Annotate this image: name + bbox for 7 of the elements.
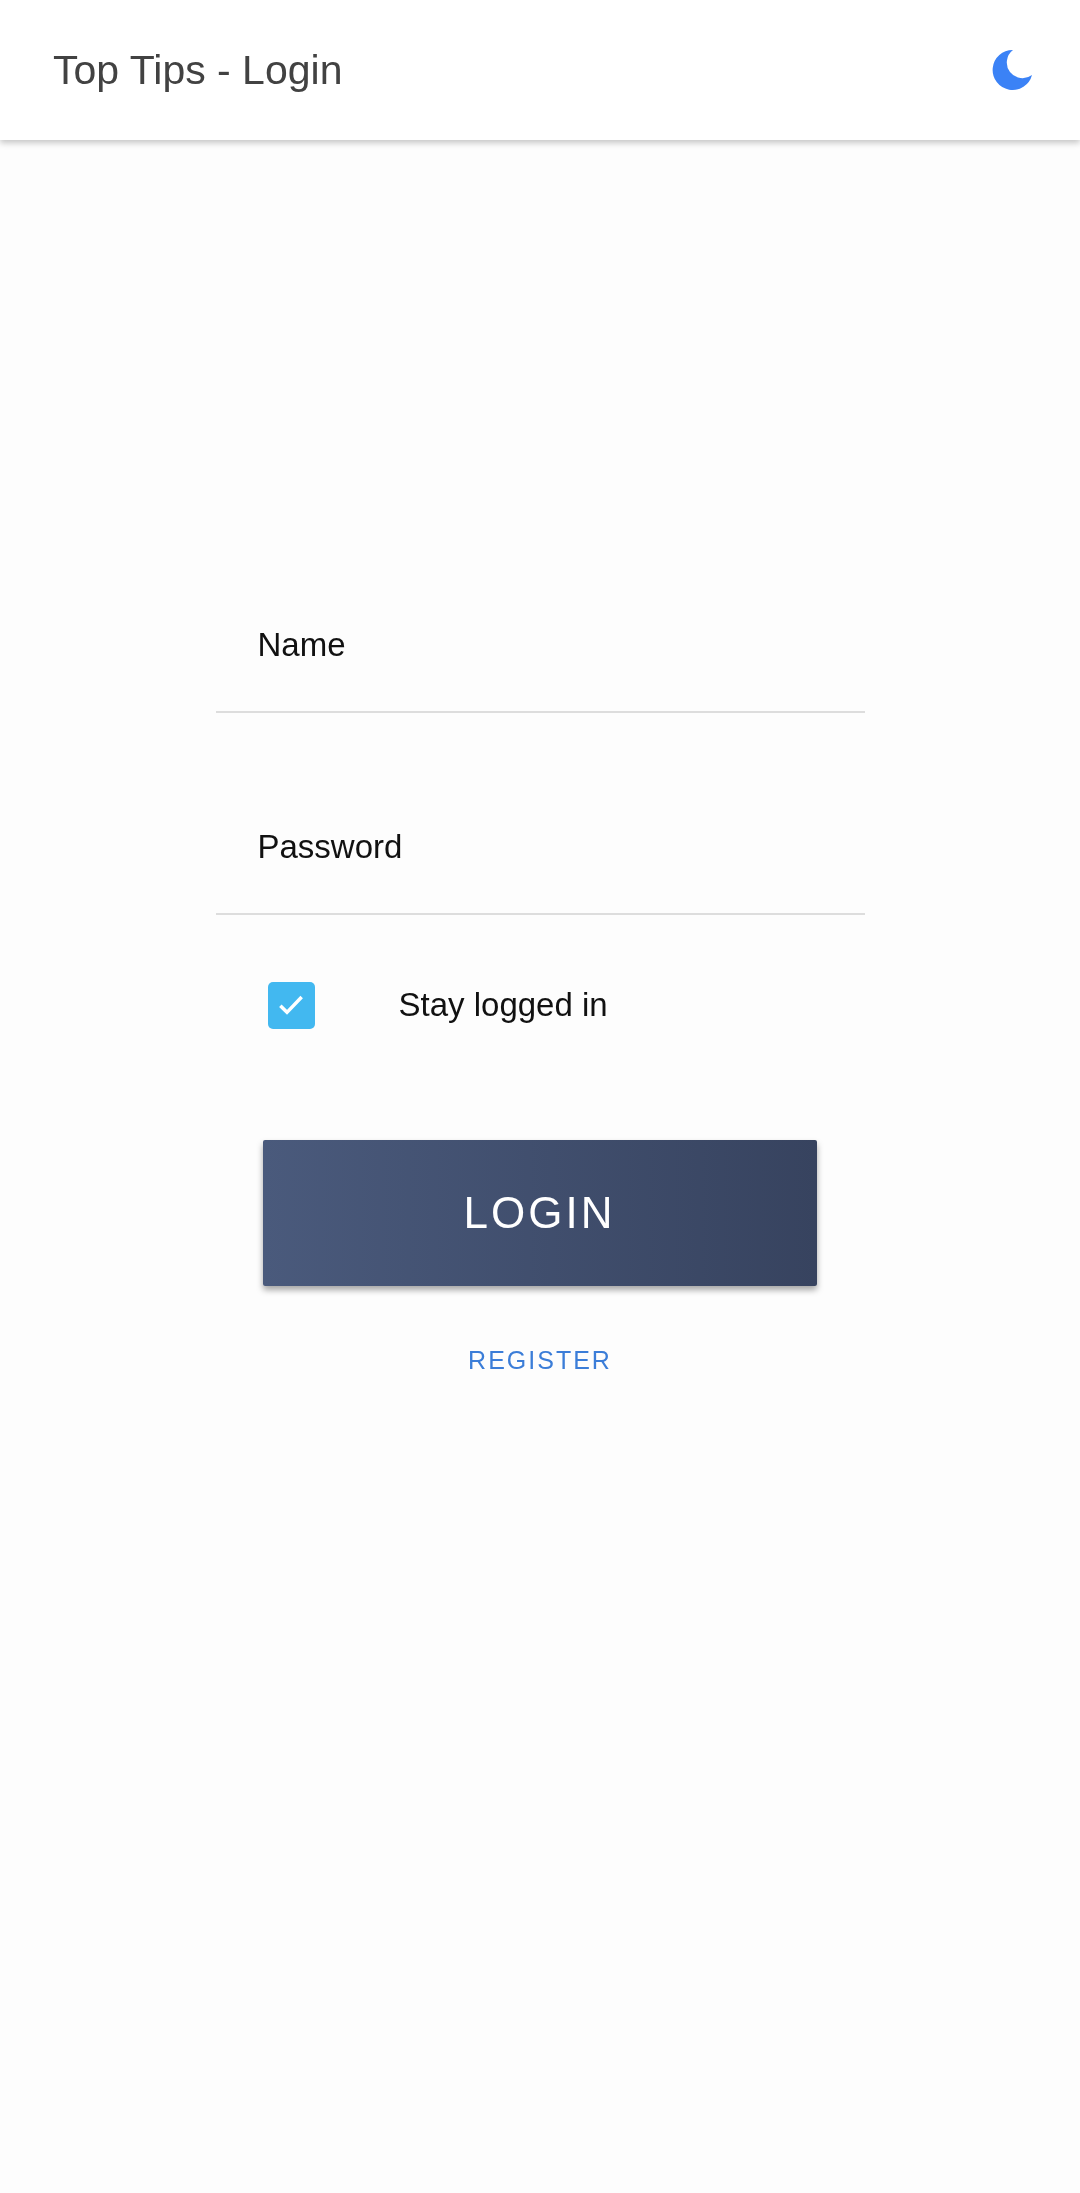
password-field[interactable]: Password xyxy=(215,781,865,915)
login-button[interactable]: LOGIN xyxy=(262,1140,817,1286)
name-field[interactable]: Name xyxy=(215,579,865,713)
checkbox[interactable] xyxy=(267,981,315,1029)
checkbox-label: Stay logged in xyxy=(398,986,608,1024)
app-title: Top Tips - Login xyxy=(53,46,343,94)
register-link[interactable]: REGISTER xyxy=(468,1346,612,1375)
